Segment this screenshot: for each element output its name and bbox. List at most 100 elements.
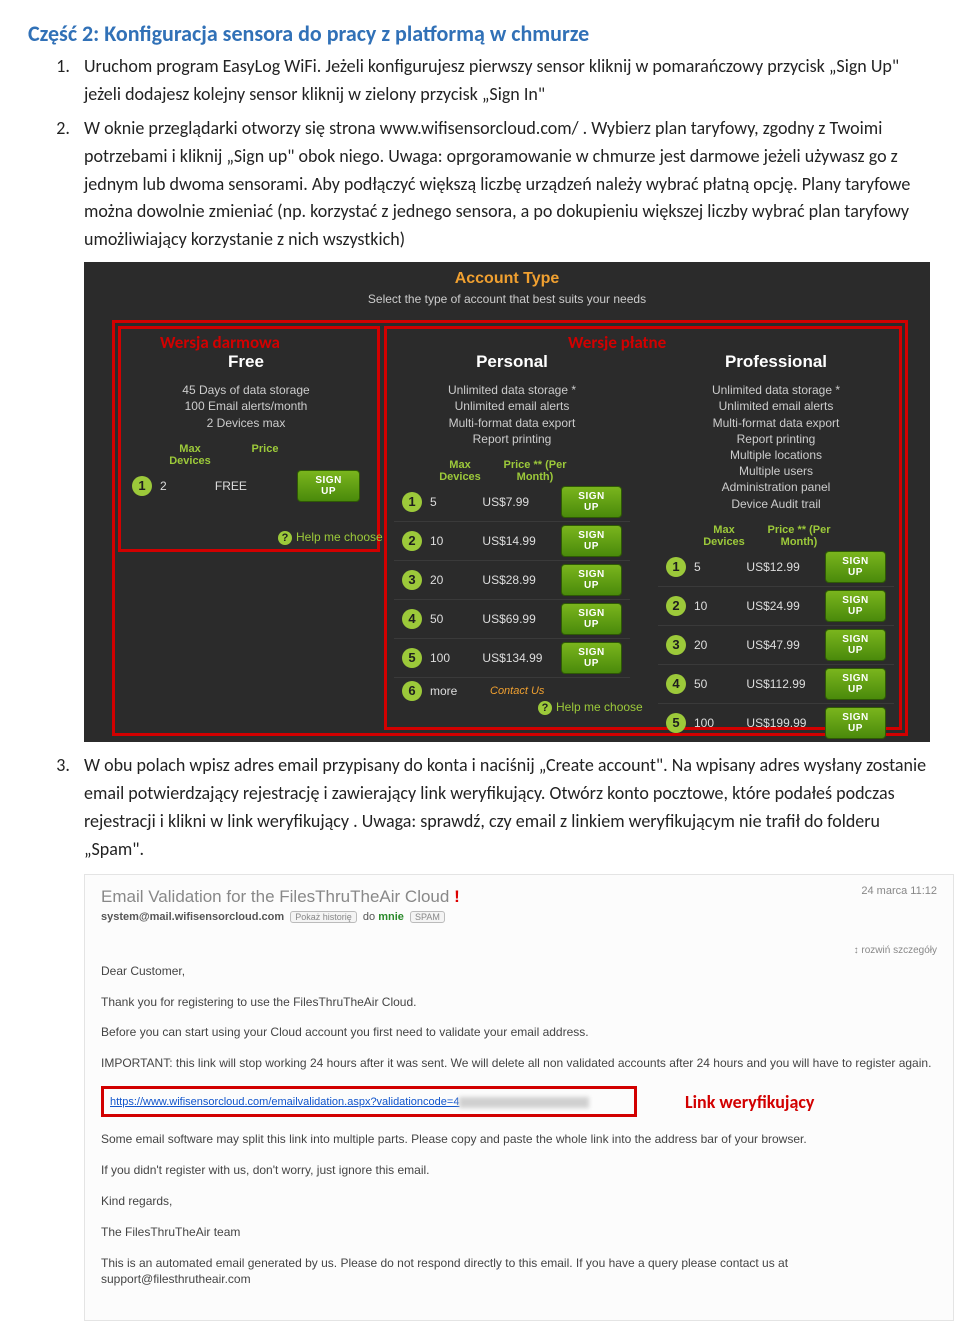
feature: Multiple locations bbox=[658, 447, 894, 463]
help-label: Help me choose bbox=[556, 700, 643, 714]
step-1: Uruchom program EasyLog WiFi. Jeżeli kon… bbox=[74, 53, 932, 109]
plan-personal: Personal Unlimited data storage * Unlimi… bbox=[394, 352, 630, 704]
row-number-badge: 6 bbox=[402, 681, 422, 701]
signup-button[interactable]: SIGN UP bbox=[561, 642, 622, 674]
plan-row: 320US$28.99SIGN UP bbox=[394, 560, 630, 599]
row-price: US$69.99 bbox=[482, 612, 561, 626]
row-devices: 10 bbox=[430, 534, 482, 548]
email-paragraph: Thank you for registering to use the Fil… bbox=[101, 994, 937, 1011]
help-label: Help me choose bbox=[296, 530, 383, 544]
plan-professional: Professional Unlimited data storage * Un… bbox=[658, 352, 894, 742]
email-paragraph: IMPORTANT: this link will stop working 2… bbox=[101, 1055, 937, 1072]
feature: Unlimited data storage * bbox=[658, 382, 894, 398]
row-number-badge: 5 bbox=[666, 713, 686, 733]
annotation-free-label: Wersja darmowa bbox=[160, 332, 280, 353]
plan-row: 210US$14.99SIGN UP bbox=[394, 521, 630, 560]
row-price: FREE bbox=[215, 479, 297, 493]
email-paragraph: The FilesThruTheAir team bbox=[101, 1224, 937, 1241]
row-devices: 20 bbox=[430, 573, 482, 587]
feature: 100 Email alerts/month bbox=[124, 398, 368, 414]
plan-personal-tablehead: Max Devices Price ** (Per Month) bbox=[394, 459, 630, 483]
plan-free-features: 45 Days of data storage 100 Email alerts… bbox=[124, 382, 368, 431]
row-devices: 20 bbox=[694, 638, 746, 652]
important-icon: ! bbox=[454, 887, 460, 906]
row-devices: 50 bbox=[694, 677, 746, 691]
email-paragraph: If you didn't register with us, don't wo… bbox=[101, 1162, 937, 1179]
signup-button[interactable]: SIGN UP bbox=[825, 629, 886, 661]
help-icon: ? bbox=[278, 531, 292, 545]
validation-link-box: https://www.wifisensorcloud.com/emailval… bbox=[101, 1086, 637, 1117]
signup-button[interactable]: SIGN UP bbox=[561, 603, 622, 635]
signup-button[interactable]: SIGN UP bbox=[561, 486, 622, 518]
account-type-screenshot: Account Type Select the type of account … bbox=[84, 262, 930, 742]
help-icon: ? bbox=[538, 701, 552, 715]
row-devices: 100 bbox=[430, 651, 482, 665]
feature: Device Audit trail bbox=[658, 496, 894, 512]
plan-row: 5100US$134.99SIGN UP bbox=[394, 638, 630, 677]
signup-button[interactable]: SIGN UP bbox=[825, 590, 886, 622]
row-price: US$14.99 bbox=[482, 534, 561, 548]
row-number-badge: 1 bbox=[132, 476, 152, 496]
row-price: US$47.99 bbox=[746, 638, 825, 652]
feature: Unlimited data storage * bbox=[394, 382, 630, 398]
signup-button[interactable]: SIGN UP bbox=[297, 470, 360, 502]
email-screenshot: 24 marca 11:12 Email Validation for the … bbox=[84, 874, 954, 1321]
plan-free-title: Free bbox=[124, 352, 368, 372]
plan-free: Free 45 Days of data storage 100 Email a… bbox=[124, 352, 368, 505]
th-price: Price ** (Per Month) bbox=[490, 459, 580, 483]
signup-button[interactable]: SIGN UP bbox=[825, 551, 886, 583]
plan-row: 450US$69.99SIGN UP bbox=[394, 599, 630, 638]
email-paragraph: Dear Customer, bbox=[101, 963, 937, 980]
email-date: 24 marca 11:12 bbox=[861, 885, 937, 897]
row-devices: 10 bbox=[694, 599, 746, 613]
row-number-badge: 3 bbox=[666, 635, 686, 655]
feature: Multi-format data export bbox=[658, 415, 894, 431]
feature: Multi-format data export bbox=[394, 415, 630, 431]
annotation-paid-label: Wersje płatne bbox=[568, 332, 666, 353]
feature: 45 Days of data storage bbox=[124, 382, 368, 398]
plan-personal-title: Personal bbox=[394, 352, 630, 372]
feature: Unlimited email alerts bbox=[394, 398, 630, 414]
plan-row: 15US$7.99SIGN UP bbox=[394, 483, 630, 521]
email-paragraph: This is an automated email generated by … bbox=[101, 1255, 937, 1289]
email-body: Dear Customer, Thank you for registering… bbox=[101, 963, 937, 1288]
row-number-badge: 4 bbox=[666, 674, 686, 694]
validation-link[interactable]: https://www.wifisensorcloud.com/emailval… bbox=[110, 1096, 589, 1108]
annotation-link-label: Link weryfikujący bbox=[685, 1091, 814, 1113]
row-devices: 5 bbox=[430, 495, 482, 509]
plan-row: 4 50US$112.99SIGN UP bbox=[658, 664, 894, 703]
signup-button[interactable]: SIGN UP bbox=[825, 707, 886, 739]
step-3: W obu polach wpisz adres email przypisan… bbox=[74, 752, 932, 864]
th-devices: Max Devices bbox=[160, 443, 220, 467]
feature: Unlimited email alerts bbox=[658, 398, 894, 414]
expand-details[interactable]: ↕ rozwiń szczegóły bbox=[854, 945, 937, 956]
section-title: Część 2: Konfiguracja sensora do pracy z… bbox=[28, 20, 932, 47]
signup-button[interactable]: SIGN UP bbox=[825, 668, 886, 700]
row-devices: 50 bbox=[430, 612, 482, 626]
row-price: US$199.99 bbox=[746, 716, 825, 730]
row-price: US$7.99 bbox=[482, 495, 561, 509]
plan-row: 5 100US$199.99SIGN UP bbox=[658, 703, 894, 742]
show-history-button[interactable]: Pokaż historię bbox=[290, 911, 357, 923]
feature: Multiple users bbox=[658, 463, 894, 479]
plan-row: 210US$24.99SIGN UP bbox=[658, 586, 894, 625]
help-me-choose-link[interactable]: ? Help me choose bbox=[538, 700, 643, 715]
signup-button[interactable]: SIGN UP bbox=[561, 525, 622, 557]
plan-row: 3 20US$47.99SIGN UP bbox=[658, 625, 894, 664]
signup-button[interactable]: SIGN UP bbox=[561, 564, 622, 596]
instructions-list-cont: W obu polach wpisz adres email przypisan… bbox=[28, 752, 932, 864]
plan-row: 6moreContact Us bbox=[658, 742, 894, 743]
row-price: US$112.99 bbox=[746, 677, 825, 691]
row-price: Contact Us bbox=[490, 685, 580, 697]
feature: Report printing bbox=[394, 431, 630, 447]
row-devices: 100 bbox=[694, 716, 746, 730]
row-price: US$12.99 bbox=[746, 560, 825, 574]
plan-professional-title: Professional bbox=[658, 352, 894, 372]
email-subject: Email Validation for the FilesThruTheAir… bbox=[101, 887, 937, 907]
plan-personal-features: Unlimited data storage * Unlimited email… bbox=[394, 382, 630, 447]
plan-professional-tablehead: Max Devices Price ** (Per Month) bbox=[658, 524, 894, 548]
row-devices: 5 bbox=[694, 560, 746, 574]
instructions-list: Uruchom program EasyLog WiFi. Jeżeli kon… bbox=[28, 53, 932, 254]
help-me-choose-link[interactable]: ? Help me choose bbox=[278, 530, 383, 545]
row-price: US$28.99 bbox=[482, 573, 561, 587]
